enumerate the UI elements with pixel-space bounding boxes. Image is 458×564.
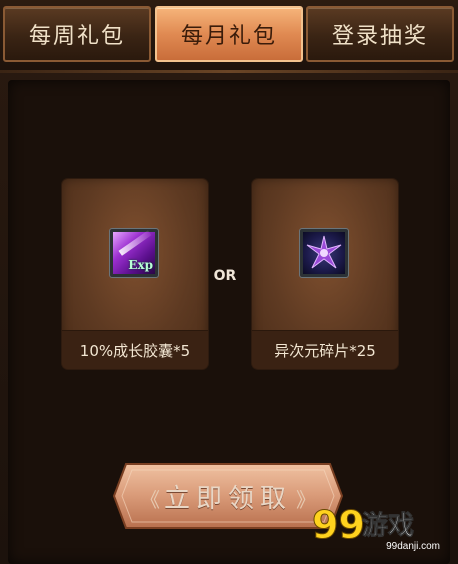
svg-text:游戏: 游戏 (362, 511, 414, 541)
tab-weekly-gift[interactable]: 每周礼包 (3, 6, 151, 62)
tab-bar: 每周礼包 每月礼包 登录抽奖 (0, 0, 458, 70)
reward-label-exp: 10%成长胶囊*5 (62, 330, 208, 369)
reward-label-shard: 异次元碎片*25 (252, 330, 398, 369)
tab-login-lottery[interactable]: 登录抽奖 (306, 6, 454, 62)
tab-monthly-gift[interactable]: 每月礼包 (155, 6, 303, 62)
exp-capsule-icon[interactable]: Exp (109, 228, 159, 278)
watermark-url: 99danji.com (386, 541, 440, 552)
svg-text:99: 99 (312, 503, 365, 547)
game-gift-window: 每周礼包 每月礼包 登录抽奖 Exp 10%成长胶囊*5 OR 异次元碎片*25 (0, 0, 458, 564)
dimension-shard-icon[interactable] (299, 228, 349, 278)
or-separator: OR (213, 268, 237, 284)
reward-card-shard: 异次元碎片*25 (252, 179, 398, 369)
reward-card-exp: Exp 10%成长胶囊*5 (62, 179, 208, 369)
exp-capsule-streak (118, 230, 152, 256)
exp-icon-text: Exp (128, 258, 153, 272)
tab-divider (0, 70, 458, 73)
